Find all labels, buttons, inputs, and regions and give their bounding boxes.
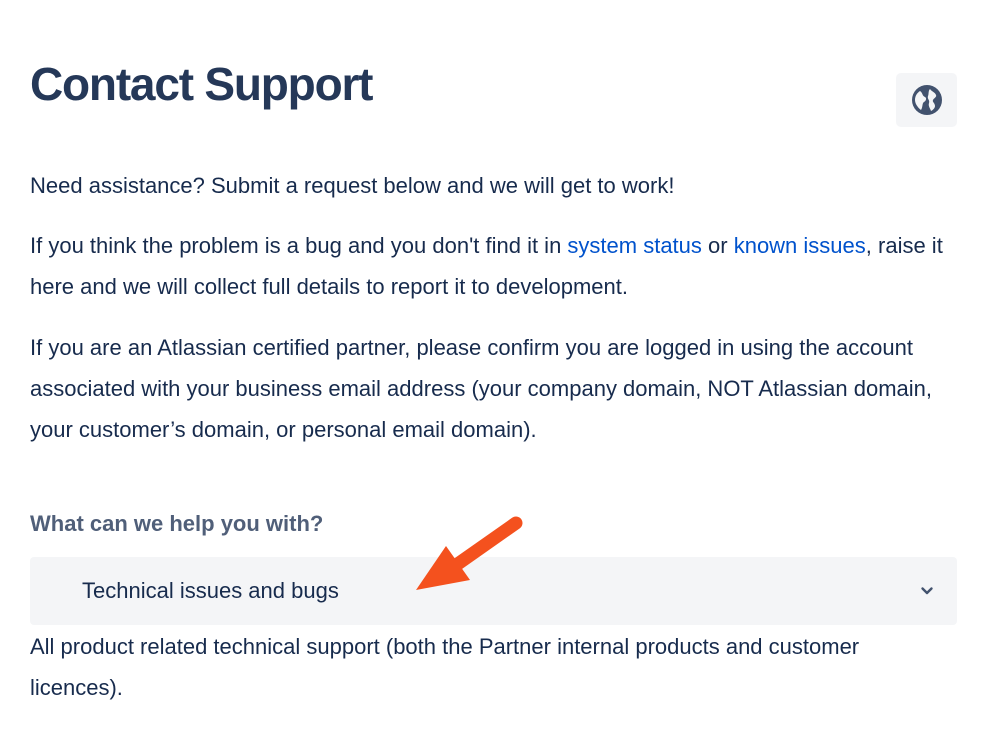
partner-notice-paragraph: If you are an Atlassian certified partne… xyxy=(30,335,933,442)
chevron-down-icon xyxy=(919,583,935,599)
request-type-selected-value: Technical issues and bugs xyxy=(82,578,339,603)
bug-report-paragraph: If you think the problem is a bug and yo… xyxy=(30,225,950,307)
annotation-arrow-icon xyxy=(400,510,530,600)
page-title: Contact Support xyxy=(30,58,373,110)
language-selector-button[interactable] xyxy=(896,73,957,127)
request-type-label: What can we help you with? xyxy=(30,511,324,536)
system-status-link[interactable]: system status xyxy=(567,233,701,258)
intro-paragraph: Need assistance? Submit a request below … xyxy=(30,173,675,198)
bug-paragraph-text-start: If you think the problem is a bug and yo… xyxy=(30,233,568,258)
bug-paragraph-text-middle: or xyxy=(701,233,734,258)
known-issues-link[interactable]: known issues xyxy=(734,233,866,258)
globe-icon xyxy=(911,84,943,116)
request-type-description: All product related technical support (b… xyxy=(30,634,860,700)
